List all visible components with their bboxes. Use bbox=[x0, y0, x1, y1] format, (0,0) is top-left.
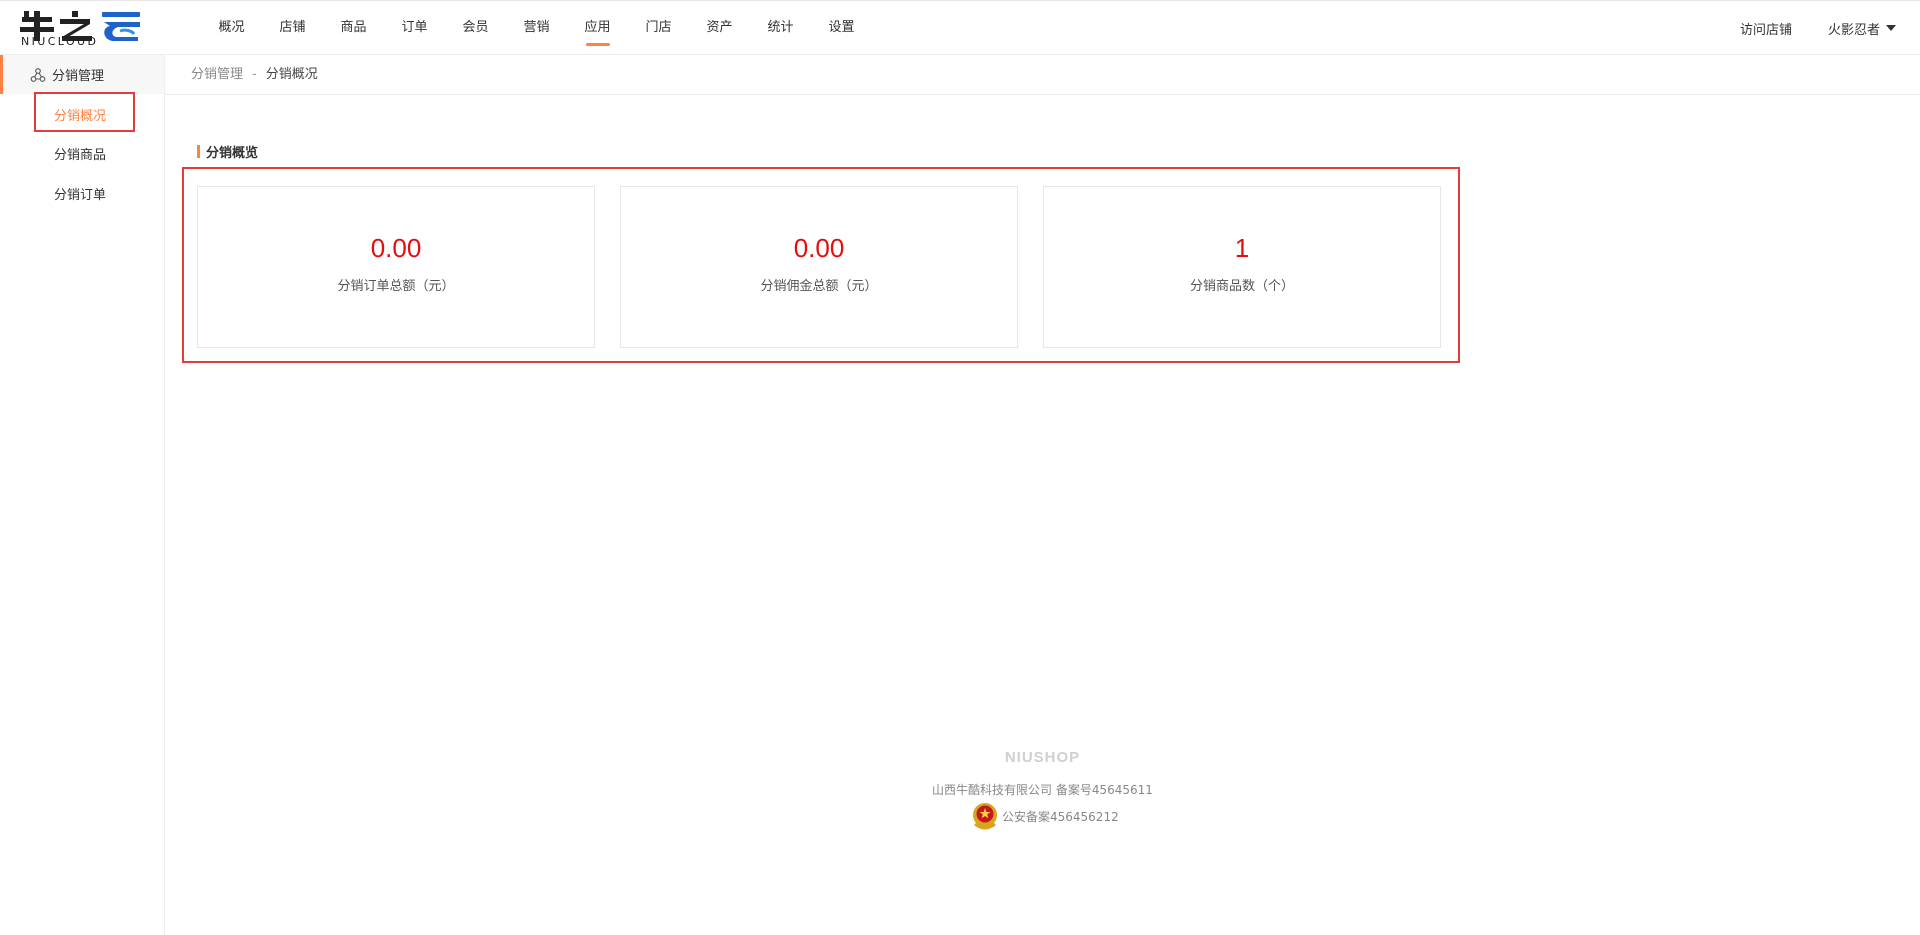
footer-company: 山西牛酷科技有限公司 备案号45645611 bbox=[932, 783, 1153, 797]
sidebar-group-distribution[interactable]: 分销管理 bbox=[0, 55, 164, 94]
breadcrumb-separator: - bbox=[252, 67, 257, 82]
stat-value: 0.00 bbox=[370, 233, 422, 263]
nav-members[interactable]: 会员 bbox=[445, 1, 506, 55]
nav-apps[interactable]: 应用 bbox=[567, 1, 628, 55]
nav-goods[interactable]: 商品 bbox=[323, 1, 384, 55]
visit-store-link[interactable]: 访问店铺 bbox=[1740, 19, 1792, 38]
section-title: 分销概览 bbox=[197, 142, 258, 161]
nav-store[interactable]: 店铺 bbox=[262, 1, 323, 55]
police-emblem-icon bbox=[973, 803, 997, 830]
section-title-text: 分销概览 bbox=[206, 146, 259, 161]
caret-down-icon bbox=[1886, 25, 1896, 31]
footer-brand: NIUSHOP bbox=[1004, 749, 1081, 766]
stat-card-goods-count: 1 分销商品数（个） bbox=[1043, 186, 1441, 348]
distribution-icon bbox=[30, 67, 46, 82]
breadcrumb: 分销管理 - 分销概况 bbox=[165, 55, 1920, 95]
top-header: NIUCLOUD 概况 店铺 商品 订单 会员 营销 应用 门店 资产 统计 设… bbox=[0, 0, 1920, 55]
header-actions: 访问店铺 火影忍者 bbox=[1740, 1, 1896, 55]
logo-wordmark: NIUCLOUD bbox=[21, 35, 99, 48]
username: 火影忍者 bbox=[1827, 22, 1880, 38]
nav-orders[interactable]: 订单 bbox=[384, 1, 445, 55]
stat-value: 1 bbox=[1234, 233, 1250, 263]
stat-value: 0.00 bbox=[793, 233, 845, 263]
nav-settings[interactable]: 设置 bbox=[811, 1, 872, 55]
main-nav: 概况 店铺 商品 订单 会员 营销 应用 门店 资产 统计 设置 bbox=[201, 1, 872, 55]
footer-police-text: 公安备案456456212 bbox=[1002, 809, 1119, 824]
nav-overview[interactable]: 概况 bbox=[201, 1, 262, 55]
stat-label: 分销佣金总额（元） bbox=[760, 279, 878, 294]
sidebar-item-distribution-overview[interactable]: 分销概况 bbox=[54, 105, 106, 124]
sidebar-item-distribution-goods[interactable]: 分销商品 bbox=[54, 144, 106, 163]
nav-shops[interactable]: 门店 bbox=[628, 1, 689, 55]
user-menu[interactable]: 火影忍者 bbox=[1828, 19, 1896, 38]
section-title-accent-bar bbox=[197, 145, 200, 158]
stat-label: 分销订单总额（元） bbox=[337, 279, 455, 294]
stat-label: 分销商品数（个） bbox=[1189, 279, 1294, 294]
breadcrumb-parent[interactable]: 分销管理 bbox=[191, 67, 243, 82]
sidebar-item-distribution-orders[interactable]: 分销订单 bbox=[54, 184, 106, 203]
stat-card-commission-total: 0.00 分销佣金总额（元） bbox=[620, 186, 1018, 348]
stat-card-order-total: 0.00 分销订单总额（元） bbox=[197, 186, 595, 348]
sidebar: 分销管理 分销概况 分销商品 分销订单 bbox=[0, 55, 165, 935]
nav-assets[interactable]: 资产 bbox=[689, 1, 750, 55]
breadcrumb-current: 分销概况 bbox=[265, 67, 318, 82]
nav-statistics[interactable]: 统计 bbox=[750, 1, 811, 55]
footer-police-record[interactable]: 公安备案456456212 bbox=[970, 800, 1119, 832]
nav-marketing[interactable]: 营销 bbox=[506, 1, 567, 55]
sidebar-group-label: 分销管理 bbox=[52, 69, 105, 84]
